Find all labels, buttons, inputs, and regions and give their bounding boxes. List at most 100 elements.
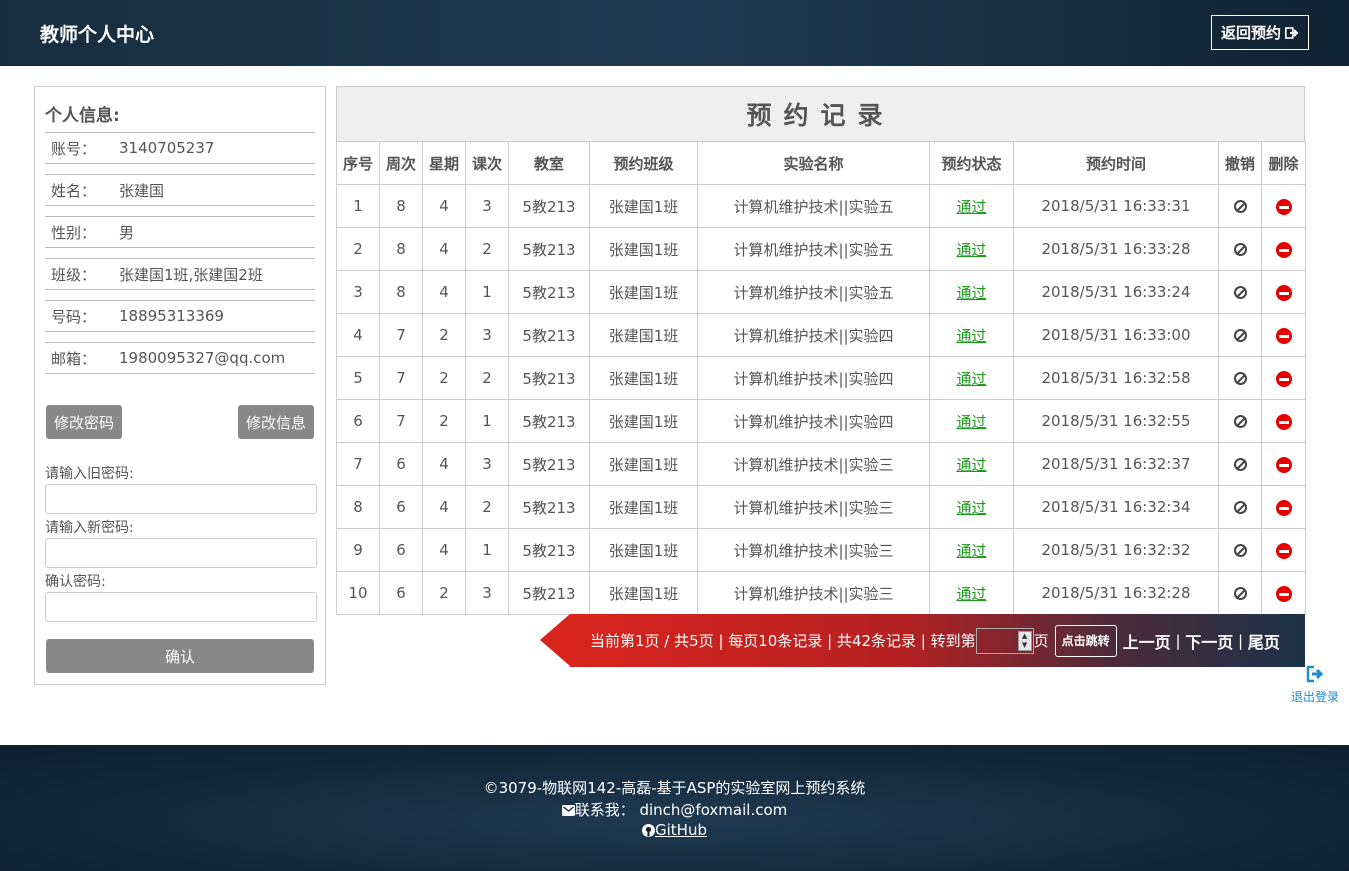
logout-link[interactable]: 退出登录 (1288, 664, 1342, 705)
row-class: 张建国1班 (589, 270, 698, 314)
back-to-booking-button[interactable]: 返回预约 (1211, 15, 1309, 50)
confirm-password-input[interactable] (45, 592, 317, 622)
row-time: 2018/5/31 16:33:31 (1013, 184, 1219, 228)
row-period: 1 (465, 528, 509, 572)
delete-record-icon[interactable] (1275, 284, 1292, 301)
row-experiment: 计算机维护技术||实验三 (697, 485, 930, 529)
column-header: 预约班级 (589, 141, 698, 185)
row-status[interactable]: 通过 (929, 528, 1014, 572)
row-status[interactable]: 通过 (929, 227, 1014, 271)
row-week: 6 (379, 528, 423, 572)
table-row: 8 6 4 2 5教213 张建国1班 计算机维护技术||实验三 通过 2018/5/31 16… (336, 485, 1306, 529)
pager-summary: 当前第1页 / 共5页 | 每页10条记录 | 共42条记录 | 转到第 (590, 632, 976, 650)
row-time: 2018/5/31 16:32:28 (1013, 571, 1219, 615)
cancel-booking-icon[interactable] (1233, 372, 1247, 385)
row-class: 张建国1班 (589, 356, 698, 400)
cancel-booking-icon[interactable] (1233, 329, 1247, 342)
row-status[interactable]: 通过 (929, 442, 1014, 486)
delete-record-icon[interactable] (1275, 370, 1292, 387)
cancel-cell (1218, 571, 1262, 615)
row-status[interactable]: 通过 (929, 356, 1014, 400)
delete-record-icon[interactable] (1275, 456, 1292, 473)
row-index: 5 (336, 356, 380, 400)
cancel-booking-icon[interactable] (1233, 458, 1247, 471)
row-weekday: 2 (422, 399, 466, 443)
row-period: 1 (465, 399, 509, 443)
github-icon (642, 824, 655, 837)
delete-cell (1261, 356, 1306, 400)
old-password-input[interactable] (45, 484, 317, 514)
profile-heading: 个人信息: (45, 106, 120, 126)
delete-cell (1261, 270, 1306, 314)
prev-page-link[interactable]: 上一页 (1123, 629, 1171, 653)
edit-info-button[interactable]: 修改信息 (238, 405, 314, 439)
pagination-bar: 当前第1页 / 共5页 | 每页10条记录 | 共42条记录 | 转到第 ▲ ▼ … (540, 614, 1305, 667)
row-time: 2018/5/31 16:33:00 (1013, 313, 1219, 357)
row-weekday: 4 (422, 485, 466, 529)
row-experiment: 计算机维护技术||实验三 (697, 571, 930, 615)
row-experiment: 计算机维护技术||实验四 (697, 313, 930, 357)
delete-record-icon[interactable] (1275, 542, 1292, 559)
row-status[interactable]: 通过 (929, 571, 1014, 615)
row-room: 5教213 (508, 399, 590, 443)
top-bar: 教师个人中心 返回预约 (0, 0, 1349, 66)
column-header: 课次 (465, 141, 509, 185)
info-value: 张建国1班,张建国2班 (119, 265, 263, 284)
last-page-link[interactable]: 尾页 (1248, 629, 1280, 653)
github-link[interactable]: GitHub (655, 821, 707, 839)
row-index: 2 (336, 227, 380, 271)
cancel-cell (1218, 313, 1262, 357)
pager-content: 当前第1页 / 共5页 | 每页10条记录 | 共42条记录 | 转到第 ▲ ▼ … (570, 614, 1305, 667)
row-weekday: 4 (422, 528, 466, 572)
row-period: 1 (465, 270, 509, 314)
delete-record-icon[interactable] (1275, 198, 1292, 215)
cancel-cell (1218, 442, 1262, 486)
delete-record-icon[interactable] (1275, 413, 1292, 430)
row-index: 3 (336, 270, 380, 314)
row-status[interactable]: 通过 (929, 184, 1014, 228)
info-value: 1980095327@qq.com (119, 349, 286, 367)
new-password-input[interactable] (45, 538, 317, 568)
cancel-booking-icon[interactable] (1233, 200, 1247, 213)
column-header: 星期 (422, 141, 466, 185)
delete-cell (1261, 227, 1306, 271)
row-class: 张建国1班 (589, 442, 698, 486)
delete-record-icon[interactable] (1275, 327, 1292, 344)
pager-arrow (540, 614, 570, 666)
new-password-label: 请输入新密码: (45, 520, 134, 536)
row-status[interactable]: 通过 (929, 399, 1014, 443)
cancel-booking-icon[interactable] (1233, 243, 1247, 256)
confirm-button[interactable]: 确认 (46, 639, 314, 673)
delete-record-icon[interactable] (1275, 585, 1292, 602)
info-label: 邮箱： (51, 349, 97, 368)
page-number-input[interactable]: ▲ ▼ (975, 627, 1034, 654)
old-password-label: 请输入旧密码: (45, 466, 134, 482)
contact-text: 联系我： dinch@foxmail.com (574, 801, 788, 819)
delete-record-icon[interactable] (1275, 241, 1292, 258)
cancel-booking-icon[interactable] (1233, 587, 1247, 600)
cancel-booking-icon[interactable] (1233, 544, 1247, 557)
row-weekday: 4 (422, 184, 466, 228)
cancel-cell (1218, 184, 1262, 228)
row-week: 6 (379, 485, 423, 529)
change-password-button[interactable]: 修改密码 (46, 405, 122, 439)
row-status[interactable]: 通过 (929, 485, 1014, 529)
spinner-arrows-icon[interactable]: ▲ ▼ (1017, 630, 1032, 651)
jump-button[interactable]: 点击跳转 (1054, 624, 1117, 657)
cancel-booking-icon[interactable] (1233, 501, 1247, 514)
info-row-name: 姓名： 张建国 (45, 174, 315, 206)
row-time: 2018/5/31 16:33:24 (1013, 270, 1219, 314)
booking-records: 预约记录 序号 周次 星期 课次 教室 预约班级 实验名称 预约状态 预约时间 … (336, 86, 1306, 615)
row-class: 张建国1班 (589, 313, 698, 357)
row-class: 张建国1班 (589, 485, 698, 529)
row-status[interactable]: 通过 (929, 270, 1014, 314)
info-value: 男 (119, 223, 135, 242)
next-page-link[interactable]: 下一页 (1185, 629, 1233, 653)
cancel-booking-icon[interactable] (1233, 415, 1247, 428)
info-label: 账号： (51, 139, 97, 158)
cancel-booking-icon[interactable] (1233, 286, 1247, 299)
info-row-gender: 性别： 男 (45, 216, 315, 248)
row-status[interactable]: 通过 (929, 313, 1014, 357)
delete-record-icon[interactable] (1275, 499, 1292, 516)
cancel-cell (1218, 270, 1262, 314)
